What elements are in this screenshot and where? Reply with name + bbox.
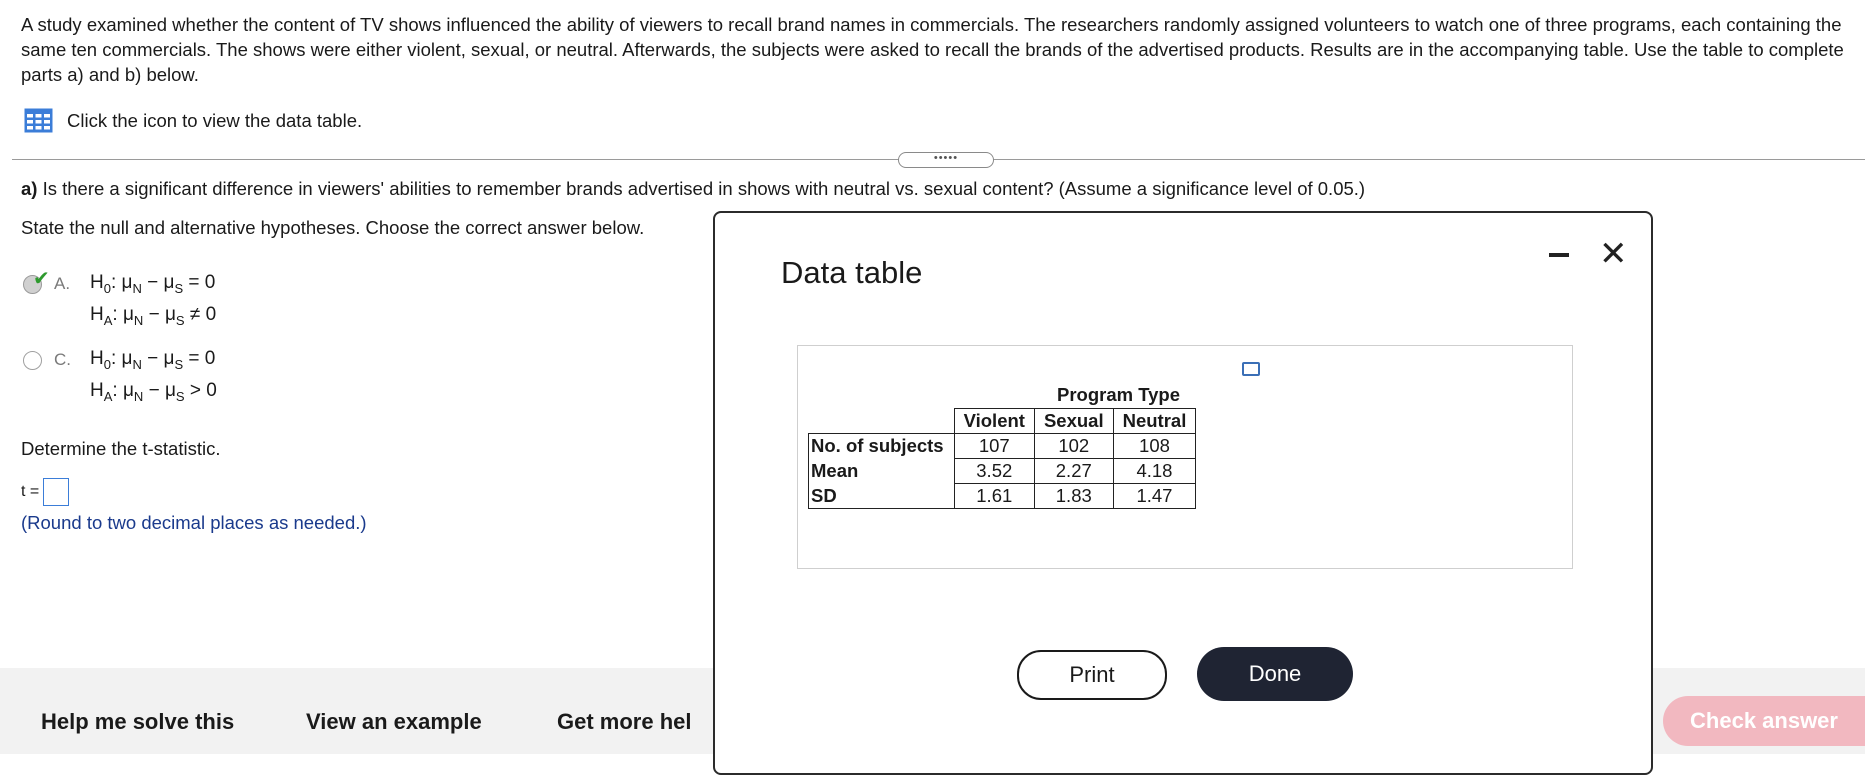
- view-data-table-link[interactable]: Click the icon to view the data table.: [24, 108, 362, 133]
- check-answer-button[interactable]: Check answer: [1663, 696, 1865, 746]
- option-a-alt-hypothesis[interactable]: HA: μN − μS ≠ 0: [90, 304, 216, 328]
- table-cell: 1.83: [1033, 483, 1114, 509]
- table-cell: 4.18: [1112, 458, 1197, 484]
- data-table-dialog: Data table ✕ Program Type Violent Sexual…: [713, 211, 1653, 775]
- divider-resize-handle[interactable]: •••••: [898, 152, 994, 168]
- popout-icon[interactable]: [1242, 362, 1260, 376]
- get-more-help-button[interactable]: Get more hel: [557, 709, 691, 735]
- table-cell: 1.61: [953, 483, 1035, 509]
- option-a-letter: A.: [54, 274, 71, 293]
- row-label: SD: [808, 483, 955, 509]
- part-a-text: Is there a significant difference in vie…: [37, 178, 1366, 199]
- t-statistic-input[interactable]: [43, 478, 70, 506]
- table-cell: 3.52: [953, 458, 1035, 484]
- t-statistic-prompt: Determine the t-statistic.: [21, 438, 221, 459]
- table-cell: 108: [1112, 433, 1197, 459]
- t-label: t =: [21, 483, 40, 500]
- checkmark-icon: ✔: [33, 268, 50, 290]
- close-icon[interactable]: ✕: [1599, 237, 1628, 271]
- program-type-header: Program Type: [1057, 384, 1181, 405]
- option-c-letter: C.: [54, 350, 71, 369]
- data-table-panel: Program Type Violent Sexual Neutral No. …: [797, 345, 1573, 569]
- table-cell: 1.47: [1112, 483, 1197, 509]
- print-button[interactable]: Print: [1017, 650, 1167, 700]
- table-row: Mean 3.52 2.27 4.18: [808, 458, 1197, 484]
- table-icon[interactable]: [24, 108, 53, 133]
- table-cell: 2.27: [1033, 458, 1114, 484]
- row-label: No. of subjects: [808, 433, 955, 459]
- view-example-button[interactable]: View an example: [306, 709, 482, 735]
- t-statistic-row: t =: [21, 478, 70, 506]
- row-label: Mean: [808, 458, 955, 484]
- table-cell: 102: [1033, 433, 1114, 459]
- question-intro: A study examined whether the content of …: [21, 14, 1844, 85]
- done-button[interactable]: Done: [1197, 647, 1353, 701]
- table-cell: 107: [953, 433, 1035, 459]
- view-data-table-label[interactable]: Click the icon to view the data table.: [67, 110, 362, 132]
- option-a-null-hypothesis[interactable]: H0: μN − μS = 0: [90, 272, 215, 296]
- option-c-radio[interactable]: [23, 351, 42, 370]
- data-table: Violent Sexual Neutral No. of subjects 1…: [808, 408, 1197, 509]
- table-row: SD 1.61 1.83 1.47: [808, 483, 1197, 509]
- column-header: Violent: [953, 408, 1035, 434]
- option-c-null-hypothesis[interactable]: H0: μN − μS = 0: [90, 348, 215, 372]
- dialog-title: Data table: [781, 255, 923, 290]
- option-c-alt-hypothesis[interactable]: HA: μN − μS > 0: [90, 380, 217, 404]
- help-me-solve-button[interactable]: Help me solve this: [41, 709, 234, 735]
- minimize-icon[interactable]: [1549, 253, 1569, 257]
- hypotheses-prompt: State the null and alternative hypothese…: [21, 217, 645, 238]
- rounding-hint: (Round to two decimal places as needed.): [21, 512, 367, 533]
- column-header: Neutral: [1112, 408, 1197, 434]
- part-a-label: a): [21, 178, 38, 199]
- table-row: No. of subjects 107 102 108: [808, 433, 1197, 459]
- part-a-question: a) Is there a significant difference in …: [21, 178, 1365, 200]
- column-header: Sexual: [1033, 408, 1114, 434]
